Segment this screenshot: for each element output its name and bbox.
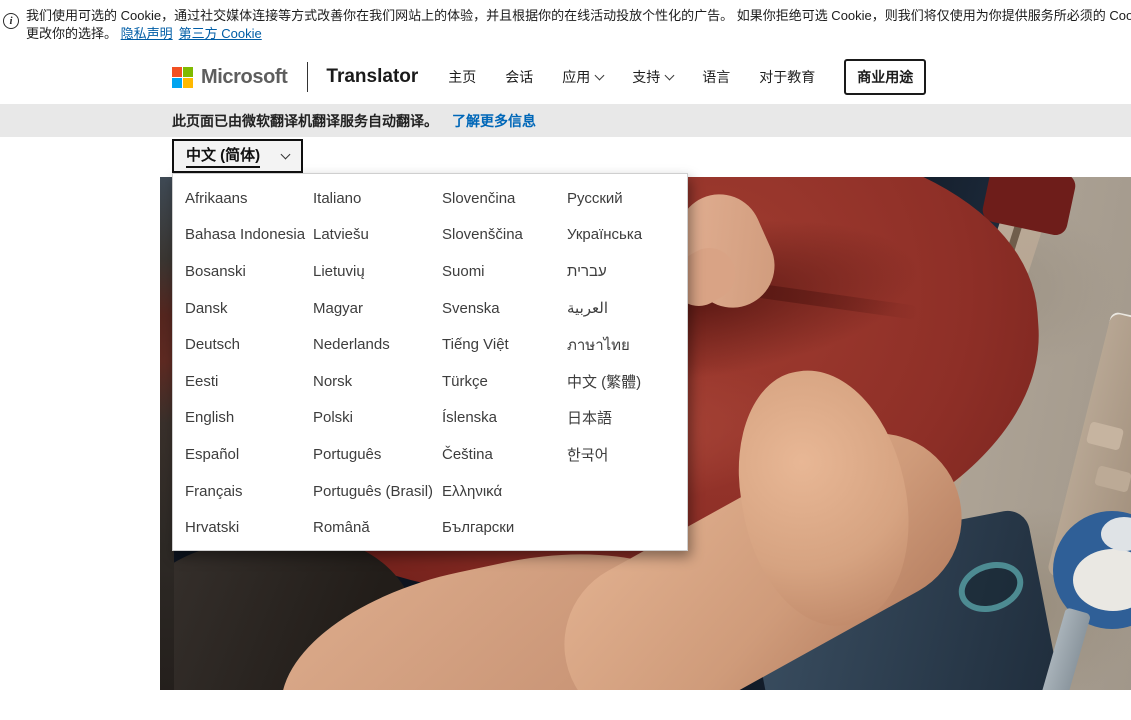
cookie-line1: 我们使用可选的 Cookie，通过社交媒体连接等方式改善你在我们网站上的体验，并… [26,7,1131,25]
language-option[interactable]: Polski [313,400,442,437]
language-option[interactable]: Eesti [185,363,313,400]
logo-square-blue [172,78,182,88]
language-option[interactable]: ภาษาไทย [567,326,701,363]
language-column-3: Slovenčina Slovenščina Suomi Svenska Tiế… [442,180,567,546]
language-option[interactable]: Português [313,436,442,473]
language-option[interactable]: Български [442,509,567,546]
language-option[interactable]: 中文 (繁體) [567,363,701,400]
nav-item-apps[interactable]: 应用 [562,67,603,87]
logo-square-green [183,67,193,77]
language-option[interactable]: Türkçe [442,363,567,400]
language-option[interactable]: Lietuvių [313,253,442,290]
nav-item-education[interactable]: 对于教育 [759,67,815,87]
cookie-line2: 更改你的选择。 隐私声明第三方 Cookie [26,25,1131,43]
language-option[interactable]: Bosanski [185,253,313,290]
microsoft-wordmark[interactable]: Microsoft [201,66,287,89]
language-option[interactable]: Latviešu [313,217,442,254]
language-option[interactable]: Íslenska [442,400,567,437]
chevron-down-icon [281,150,291,160]
product-name[interactable]: Translator [326,66,418,88]
business-use-button[interactable]: 商业用途 [844,59,926,95]
language-picker-button[interactable]: 中文 (简体) [172,139,303,173]
language-option[interactable]: Afrikaans [185,180,313,217]
main-nav: 主页 会话 应用 支持 语言 对于教育 [448,67,815,87]
language-column-4: Русский Українська עברית العربية ภาษาไทย… [567,180,701,546]
logo-square-red [172,67,182,77]
language-menu: Afrikaans Bahasa Indonesia Bosanski Dans… [172,173,688,551]
language-option[interactable]: עברית [567,253,701,290]
language-option[interactable]: Slovenščina [442,217,567,254]
language-option[interactable]: Română [313,509,442,546]
language-picker-label: 中文 (简体) [186,144,260,168]
translator-page: i 我们使用可选的 Cookie，通过社交媒体连接等方式改善你在我们网站上的体验… [0,0,1131,720]
site-header: Microsoft Translator 主页 会话 应用 支持 语言 对于教育… [0,50,1131,104]
language-column-2: Italiano Latviešu Lietuvių Magyar Nederl… [313,180,442,546]
cookie-banner: i 我们使用可选的 Cookie，通过社交媒体连接等方式改善你在我们网站上的体验… [0,0,1131,50]
info-icon: i [3,13,19,29]
language-option[interactable]: Nederlands [313,326,442,363]
language-option[interactable]: Русский [567,180,701,217]
notice-text: 此页面已由微软翻译机翻译服务自动翻译。 [172,111,438,131]
nav-item-conversation[interactable]: 会话 [505,67,533,87]
language-option[interactable]: Tiếng Việt [442,326,567,363]
chevron-down-icon [595,71,605,81]
microsoft-logo[interactable] [172,67,193,88]
language-option[interactable]: Suomi [442,253,567,290]
language-option[interactable]: Bahasa Indonesia [185,217,313,254]
language-option[interactable]: Dansk [185,290,313,327]
language-option[interactable]: Español [185,436,313,473]
language-option[interactable]: Italiano [313,180,442,217]
language-option[interactable]: English [185,400,313,437]
language-column-1: Afrikaans Bahasa Indonesia Bosanski Dans… [185,180,313,546]
language-option[interactable]: 한국어 [567,436,701,473]
language-option[interactable]: Svenska [442,290,567,327]
third-party-cookie-link[interactable]: 第三方 Cookie [179,26,262,41]
privacy-statement-link[interactable]: 隐私声明 [121,26,173,41]
language-option[interactable]: Português (Brasil) [313,473,442,510]
learn-more-link[interactable]: 了解更多信息 [452,111,536,131]
language-option[interactable]: Slovenčina [442,180,567,217]
language-option[interactable]: 日本語 [567,400,701,437]
cookie-line2-text: 更改你的选择。 [26,26,117,41]
header-divider [307,62,308,92]
language-option[interactable]: Magyar [313,290,442,327]
chevron-down-icon [665,71,675,81]
nav-item-support[interactable]: 支持 [632,67,673,87]
cookie-text: 我们使用可选的 Cookie，通过社交媒体连接等方式改善你在我们网站上的体验，并… [26,7,1131,43]
nav-item-languages[interactable]: 语言 [702,67,730,87]
language-option[interactable]: Українська [567,217,701,254]
nav-item-home[interactable]: 主页 [448,67,476,87]
notice-bar: 此页面已由微软翻译机翻译服务自动翻译。 了解更多信息 [0,104,1131,137]
language-option[interactable]: العربية [567,290,701,327]
language-option[interactable]: Ελληνικά [442,473,567,510]
language-option[interactable]: Français [185,473,313,510]
language-option[interactable]: Čeština [442,436,567,473]
language-option[interactable]: Norsk [313,363,442,400]
language-option[interactable]: Hrvatski [185,509,313,546]
language-option[interactable]: Deutsch [185,326,313,363]
logo-square-yellow [183,78,193,88]
